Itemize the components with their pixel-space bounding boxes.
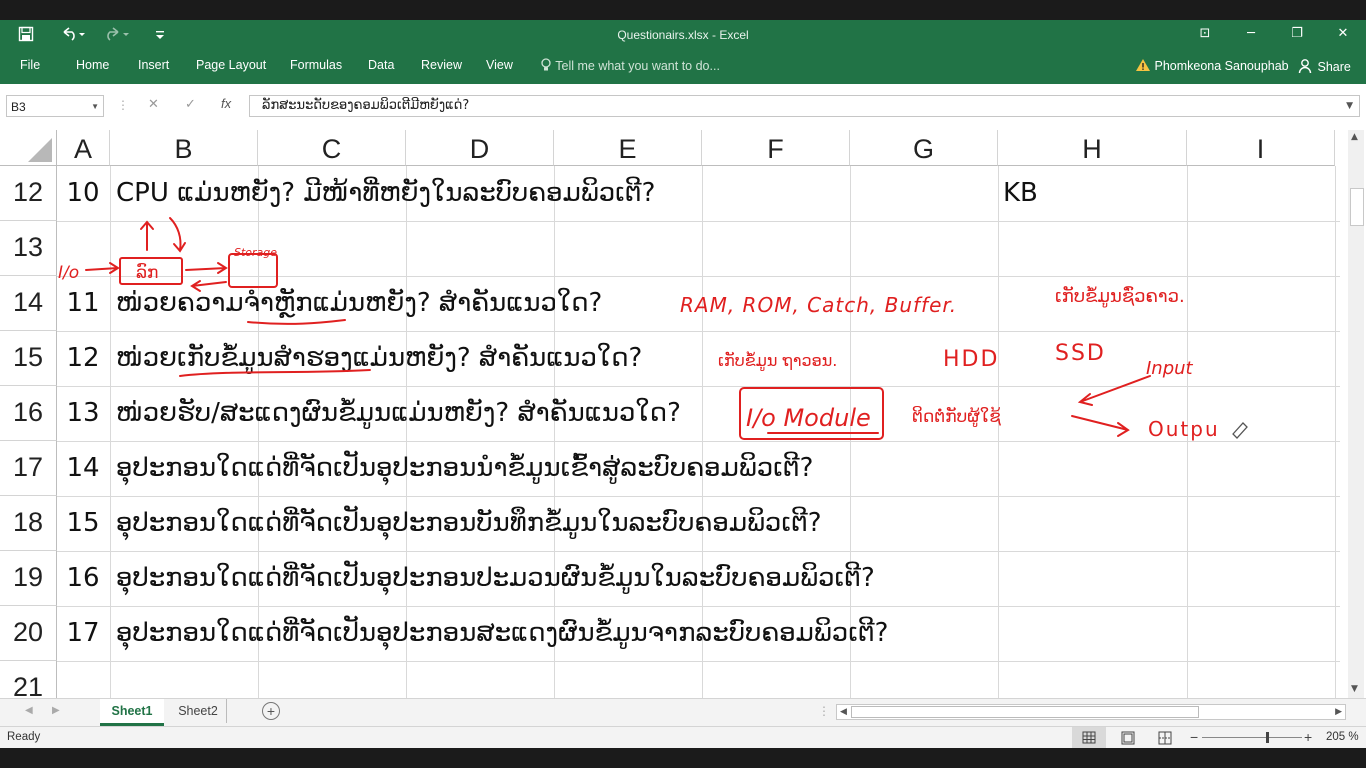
lightbulb-icon (540, 58, 555, 73)
ink-underline-storage (179, 369, 371, 377)
scroll-up-icon[interactable]: ▲ (1351, 132, 1358, 142)
ink-memory-types: RAM, ROM, Catch, Buffer. (680, 293, 957, 317)
user-name: Phomkeona Sanouphab (1154, 59, 1289, 73)
ink-arrow-left-storage (85, 262, 120, 274)
ribbon-display-button[interactable]: ⊡ (1190, 26, 1220, 44)
title-bar: Questionairs.xlsx - Excel ⊡ ─ ❐ ✕ (0, 20, 1366, 50)
scroll-thumb[interactable] (1350, 188, 1364, 226)
horizontal-scrollbar[interactable]: ◀ ▶ (836, 704, 1346, 720)
tell-me-box[interactable]: Tell me what you want to do... (540, 58, 720, 73)
ink-arrow-to-output (1071, 415, 1130, 437)
ink-io-note: ຕິດຕໍ່ກັບຜູ້ໃຊ້ (912, 405, 1001, 427)
scroll-right-icon[interactable]: ▶ (1335, 706, 1342, 717)
tab-file[interactable]: File (20, 58, 40, 72)
ink-underline-memory (247, 319, 346, 325)
ink-memory-note: ເກັບຂໍ້ມູນຊົ່ວຄາວ. (1055, 285, 1185, 307)
sheet-tab-bar: ◀ ▶ Sheet1 Sheet2 + ⋮ ◀ ▶ (0, 698, 1366, 727)
status-ready: Ready (7, 731, 41, 743)
ink-storage-note: ເກັບຂໍ້ມູນ ຖາວອນ. (718, 351, 837, 371)
add-sheet-button[interactable]: + (262, 702, 280, 720)
ink-arrow-up (140, 220, 154, 251)
name-box-value: B3 (11, 100, 26, 114)
tab-home[interactable]: Home (76, 58, 109, 72)
formula-content: ລັກສະນະດັບຂອງຄອມພິວເຕີມີຫຍັງແດ່? (262, 98, 470, 113)
cancel-icon[interactable]: ✕ (148, 96, 159, 112)
enter-icon[interactable]: ✓ (185, 96, 196, 112)
minimize-button[interactable]: ─ (1236, 26, 1266, 44)
tab-view[interactable]: View (486, 58, 513, 72)
vertical-scrollbar[interactable]: ▲ ▼ (1348, 130, 1364, 698)
account-user[interactable]: Phomkeona Sanouphab (1135, 58, 1289, 73)
ink-ssd-label: SSD (1055, 341, 1106, 366)
screen-bottom-band (0, 748, 1366, 768)
ink-arrow-back (190, 280, 227, 292)
scroll-left-icon[interactable]: ◀ (840, 706, 847, 717)
window-title: Questionairs.xlsx - Excel (617, 28, 749, 42)
share-label: Share (1317, 60, 1351, 74)
ink-io-module-label: I/o Module (746, 404, 871, 432)
zoom-slider-thumb[interactable] (1266, 732, 1269, 743)
ink-storage-label: Storage (234, 246, 277, 259)
expand-formula-icon[interactable]: ▼ (1346, 96, 1353, 116)
person-icon (1298, 59, 1317, 74)
status-bar: Ready − + 205 % (0, 726, 1366, 749)
horizontal-scroll-thumb[interactable] (851, 706, 1199, 718)
chevron-down-icon[interactable]: ▼ (91, 96, 99, 118)
formula-bar: B3 ▼ ⋮ ✕ ✓ fx ລັກສະນະດັບຂອງຄອມພິວເຕີມີຫຍ… (0, 84, 1366, 131)
ink-arrow-box-to-storage (185, 262, 228, 274)
ink-box-alu-label: ລົກ (136, 261, 158, 283)
vertical-dots-icon: ⋮ (117, 98, 129, 112)
next-sheet-icon[interactable]: ▶ (52, 705, 60, 716)
warning-icon (1135, 59, 1154, 73)
share-button[interactable]: Share (1298, 58, 1351, 74)
zoom-in-button[interactable]: + (1304, 729, 1312, 745)
ink-io-label: I/o (58, 263, 79, 283)
screen-top-band (0, 0, 1366, 20)
ink-hdd-label: HDD (943, 347, 999, 372)
tab-review[interactable]: Review (421, 58, 462, 72)
sheet-tab-sheet1[interactable]: Sheet1 (100, 699, 164, 726)
page-layout-view-icon (1121, 731, 1135, 745)
scroll-down-icon[interactable]: ▼ (1351, 684, 1358, 694)
ribbon-tabs: File Home Insert Page Layout Formulas Da… (0, 50, 1366, 84)
split-handle-icon[interactable]: ⋮ (818, 704, 830, 718)
zoom-out-button[interactable]: − (1190, 729, 1198, 745)
insert-function-icon[interactable]: fx (221, 96, 231, 111)
sheet-tab-sheet2[interactable]: Sheet2 (170, 699, 227, 723)
tab-insert[interactable]: Insert (138, 58, 169, 72)
tab-formulas[interactable]: Formulas (290, 58, 342, 72)
ink-arrow-down (169, 217, 186, 253)
pen-cursor-icon (1232, 422, 1248, 439)
restore-button[interactable]: ❐ (1282, 26, 1312, 44)
ink-output-label: Outpu (1148, 417, 1220, 441)
worksheet-grid[interactable]: A B C D E F G H I 12 10 CPU ແມ່ນຫຍັງ? ມີ… (0, 130, 1366, 698)
tab-data[interactable]: Data (368, 58, 394, 72)
ink-arrow-to-input (1077, 375, 1151, 406)
name-box[interactable]: B3 ▼ (6, 95, 104, 117)
tab-page-layout[interactable]: Page Layout (196, 58, 266, 72)
ink-input-label: Input (1146, 358, 1194, 379)
formula-input[interactable]: ລັກສະນະດັບຂອງຄອມພິວເຕີມີຫຍັງແດ່? ▼ (249, 95, 1360, 117)
normal-view-button[interactable] (1072, 727, 1106, 749)
close-button[interactable]: ✕ (1328, 26, 1358, 44)
normal-view-icon (1082, 731, 1096, 744)
prev-sheet-icon[interactable]: ◀ (25, 705, 33, 716)
zoom-level[interactable]: 205 % (1326, 731, 1359, 743)
zoom-slider[interactable] (1202, 732, 1302, 743)
page-break-view-icon (1158, 731, 1172, 745)
tell-me-text: Tell me what you want to do... (555, 59, 720, 73)
pen-annotations: I/o ລົກ Storage RAM, ROM, Catch, Buffer.… (58, 217, 1248, 441)
